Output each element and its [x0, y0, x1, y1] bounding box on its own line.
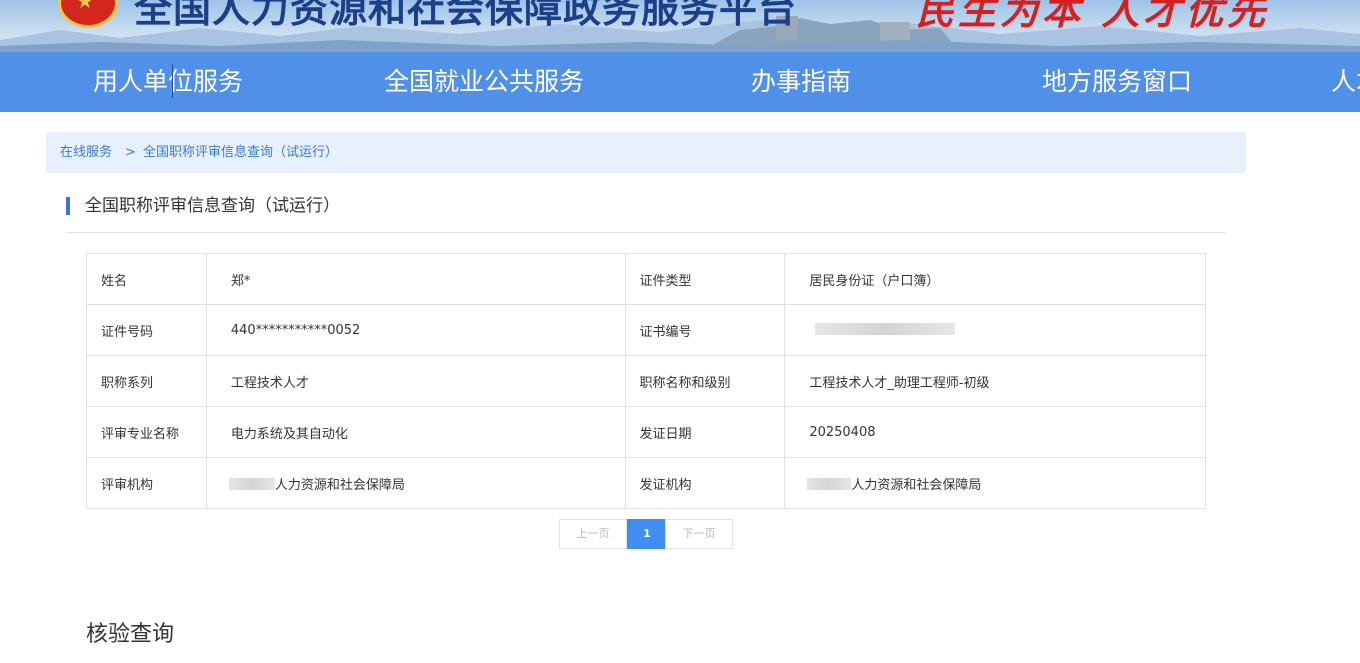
verify-section-title: 核验查询 — [86, 622, 175, 647]
id-number-label: 证件号码 — [86, 304, 207, 356]
review-org-value: 人力资源和社会保障局 — [274, 477, 405, 493]
cert-number-redacted — [815, 322, 956, 335]
header-banner: ★ 全国人力资源和社会保障政务服务平台 民生为本 人才优先 — [0, 0, 1360, 52]
nav-item-local-service-window[interactable]: 地方服务窗口 — [1042, 52, 1192, 112]
title-series-value: 工程技术人才 — [205, 355, 626, 407]
title-level-value: 工程技术人才_助理工程师-初级 — [784, 355, 1206, 407]
review-org-redacted — [228, 477, 275, 490]
result-table: 姓名 郑* 证件类型 居民身份证（户口簿） 证件号码 440**********… — [86, 253, 1206, 509]
title-level-label: 职称名称和级别 — [624, 355, 786, 407]
table-row: 职称系列 工程技术人才 职称名称和级别 工程技术人才_助理工程师-初级 — [86, 355, 1206, 407]
main-nav: 用人单位服务 全国就业公共服务 办事指南 地方服务窗口 人才 — [0, 52, 1360, 112]
name-label: 姓名 — [86, 253, 207, 305]
issue-org-label: 发证机构 — [624, 457, 786, 509]
nav-item-employer-services[interactable]: 用人单位服务 — [93, 52, 243, 112]
page-title: 全国职称评审信息查询（试运行） — [85, 196, 340, 216]
cert-number-cell — [784, 304, 1206, 356]
nav-item-employment-services[interactable]: 全国就业公共服务 — [384, 52, 584, 112]
slogan: 民生为本 人才优先 — [916, 0, 1270, 33]
site-title: 全国人力资源和社会保障政务服务平台 — [134, 0, 798, 31]
issue-org-cell: 人力资源和社会保障局 — [784, 457, 1206, 509]
id-number-value: 440***********0052 — [205, 304, 626, 356]
section-heading-bar — [66, 197, 70, 215]
review-org-label: 评审机构 — [86, 457, 207, 509]
title-series-label: 职称系列 — [86, 355, 207, 407]
breadcrumb-separator: > — [125, 145, 136, 160]
review-org-cell: 人力资源和社会保障局 — [205, 457, 626, 509]
table-row: 姓名 郑* 证件类型 居民身份证（户口簿） — [86, 253, 1206, 305]
table-row: 证件号码 440***********0052 证书编号 — [86, 304, 1206, 356]
breadcrumb-current-page[interactable]: 全国职称评审信息查询（试运行） — [143, 132, 338, 173]
major-value: 电力系统及其自动化 — [205, 406, 626, 458]
text-cursor — [172, 64, 173, 98]
issue-date-value: 20250408 — [784, 406, 1206, 458]
nav-item-talent[interactable]: 人才 — [1331, 52, 1360, 112]
issue-date-label: 发证日期 — [624, 406, 786, 458]
id-type-value: 居民身份证（户口簿） — [784, 253, 1206, 305]
id-type-label: 证件类型 — [624, 253, 786, 305]
major-label: 评审专业名称 — [86, 406, 207, 458]
page-1-button[interactable]: 1 — [627, 519, 667, 549]
issue-org-value: 人力资源和社会保障局 — [851, 477, 982, 493]
breadcrumb-online-services[interactable]: 在线服务 — [60, 132, 112, 173]
table-row: 评审机构 人力资源和社会保障局 发证机构 人力资源和社会保障局 — [86, 457, 1206, 509]
cert-number-label: 证书编号 — [624, 304, 786, 356]
divider — [66, 232, 1226, 233]
prev-page-button[interactable]: 上一页 — [559, 519, 627, 549]
breadcrumb: 在线服务 > 全国职称评审信息查询（试运行） — [46, 132, 1246, 173]
emblem-star: ★ — [76, 0, 94, 13]
name-value: 郑* — [205, 253, 626, 305]
nav-item-service-guide[interactable]: 办事指南 — [751, 52, 851, 112]
next-page-button[interactable]: 下一页 — [665, 519, 733, 549]
table-row: 评审专业名称 电力系统及其自动化 发证日期 20250408 — [86, 406, 1206, 458]
issue-org-redacted — [807, 477, 852, 490]
